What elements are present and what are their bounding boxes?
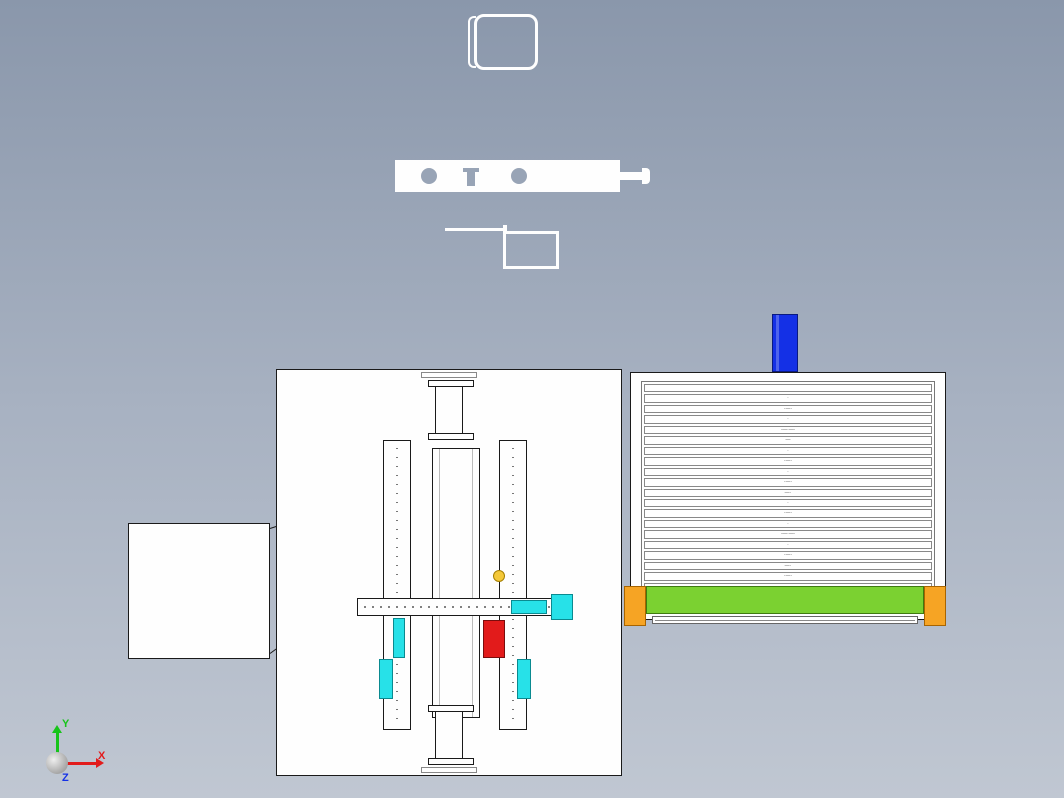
- panel-slot: ·: [644, 415, 932, 423]
- part-rounded-rect: [468, 14, 538, 70]
- cyan-block-inner: [393, 618, 405, 658]
- view-triad[interactable]: Y X Z: [32, 720, 102, 780]
- panel-slot: —·: [644, 489, 932, 497]
- slot-mark: ·—·: [784, 458, 792, 465]
- top-cylinder: [435, 385, 463, 435]
- part-bar-holes: [395, 160, 655, 200]
- panel-slot: ·: [644, 520, 932, 528]
- cyan-block-cross: [511, 600, 547, 614]
- panel-slot: ·: [644, 394, 932, 402]
- cyan-block-right-foot: [517, 659, 531, 699]
- bar-peg: [467, 172, 475, 186]
- bottom-cylinder: [435, 710, 463, 760]
- main-assembly-plate: [276, 369, 622, 776]
- bar-plunger-shaft: [620, 172, 642, 180]
- panel-slot: ·—·: [644, 405, 932, 413]
- slotted-panel-inner: ··—···—·—·—··—···—·—···—···—·—···—·—··—·…: [641, 381, 935, 611]
- slot-mark: ·—·: [784, 406, 792, 413]
- axis-y-label: Y: [62, 718, 69, 730]
- triad-origin: [46, 752, 68, 774]
- panel-slot: ·: [644, 468, 932, 476]
- panel-slot: ·—·—·: [644, 426, 932, 434]
- slot-mark: ·—·: [784, 479, 792, 486]
- panel-slot: ·—·: [644, 572, 932, 580]
- panel-slot: ·—·: [644, 457, 932, 465]
- slot-mark: ·—·: [784, 552, 792, 559]
- slot-mark: ·—·: [784, 510, 792, 517]
- base-green-plate: [646, 586, 924, 614]
- cyan-block-left-foot: [379, 659, 393, 699]
- slot-mark: ·: [787, 521, 789, 528]
- panel-slot: ·: [644, 447, 932, 455]
- bottom-bracket: [421, 767, 477, 773]
- panel-slot: ·—·—·: [644, 530, 932, 538]
- blue-column: [772, 314, 798, 372]
- slot-mark: ·: [787, 542, 789, 549]
- base-track: [652, 616, 918, 624]
- slotted-panel: ··—···—·—·—··—···—·—···—···—·—···—·—··—·…: [630, 372, 946, 620]
- cad-viewport[interactable]: ··—···—·—·—··—···—·—···—···—·—···—·—··—·…: [0, 0, 1064, 798]
- slot-mark: ·: [787, 469, 789, 476]
- panel-slot: ·—·: [644, 551, 932, 559]
- bar-hole-2: [511, 168, 527, 184]
- red-block: [483, 620, 505, 658]
- slot-mark: ·—·—·: [781, 531, 796, 538]
- bar-hole-1: [421, 168, 437, 184]
- panel-slot: ·—·: [644, 509, 932, 517]
- cyan-block-end: [551, 594, 573, 620]
- slot-mark: —·: [785, 563, 792, 570]
- panel-slot: ·: [644, 541, 932, 549]
- slot-mark: ·: [787, 416, 789, 423]
- axis-x-label: X: [98, 750, 105, 762]
- axis-z-label: Z: [62, 772, 69, 784]
- base-end-right: [924, 586, 946, 626]
- bar-plunger-knob: [642, 168, 650, 184]
- slot-mark: ·: [787, 395, 789, 402]
- slot-mark: ·: [787, 448, 789, 455]
- top-bracket: [421, 372, 477, 378]
- side-plate: [128, 523, 270, 659]
- slot-mark: —·: [785, 490, 792, 497]
- slot-mark: ·: [787, 500, 789, 507]
- yellow-knob: [493, 570, 505, 582]
- l-bracket-box: [503, 231, 559, 269]
- slot-mark: ·—·: [784, 573, 792, 580]
- slot-mark: ·—·—·: [781, 427, 796, 434]
- panel-slot: ·: [644, 499, 932, 507]
- part-rounded-rect-front: [474, 14, 538, 70]
- panel-slot: ·—·: [644, 478, 932, 486]
- base-rail-assembly: [624, 586, 946, 626]
- base-end-left: [624, 586, 646, 626]
- panel-slot: —·: [644, 562, 932, 570]
- slot-mark: —: [786, 437, 791, 444]
- panel-slot: [644, 384, 932, 392]
- l-bracket-arm: [445, 228, 505, 231]
- vertical-rail-center: [432, 448, 480, 718]
- panel-slot: —: [644, 436, 932, 444]
